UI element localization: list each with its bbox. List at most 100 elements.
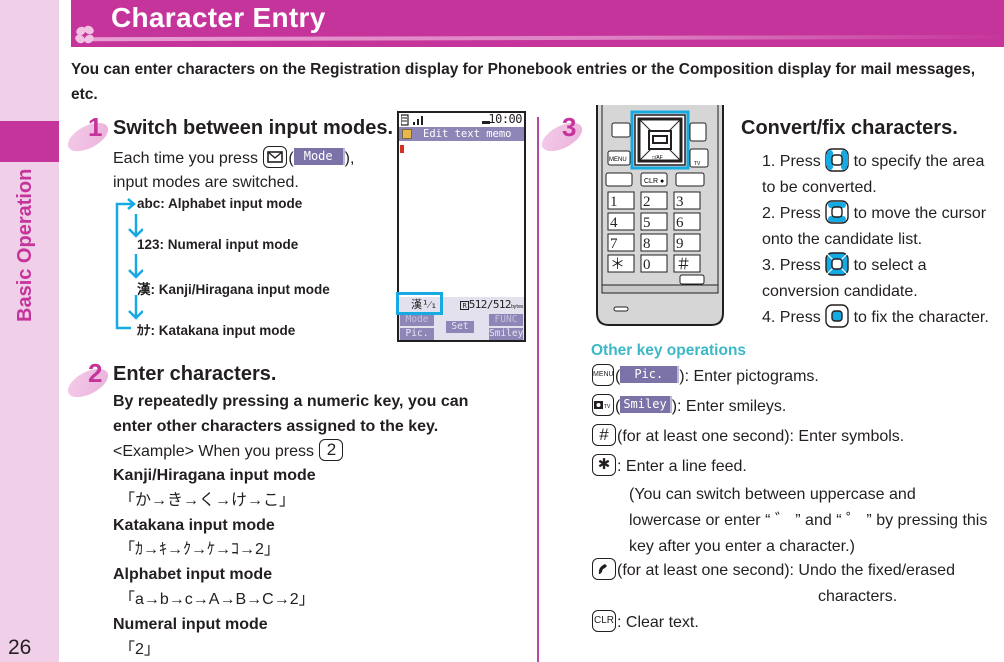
note-line: key after you enter a character.) — [629, 538, 855, 555]
dpad-up-down-icon — [825, 200, 849, 224]
softkey-mode[interactable]: Mode — [400, 314, 434, 326]
op-smileys: TV (Smiley): Enter smileys. — [591, 393, 787, 419]
side-band — [0, 0, 59, 662]
keypad-key-11: 0 — [643, 257, 651, 273]
key-2-icon: 2 — [319, 438, 344, 461]
title-bar: Character Entry — [71, 0, 1004, 47]
clock: 10:00 — [488, 112, 522, 126]
softkey-set[interactable]: Set — [446, 321, 474, 333]
example-mode: Alphabet input mode — [113, 566, 273, 584]
example-sequence: 「ｶ→ｷ→ｸ→ｹ→ｺ→2」 — [119, 541, 280, 559]
desc-line2: input modes are switched. — [113, 174, 299, 191]
mode-kanji: 漢: Kanji/Hiragana input mode — [137, 282, 330, 297]
step-3-item: 3. Press to select a — [762, 252, 1004, 279]
keypad-key-8: 8 — [643, 236, 651, 252]
op-text: : Enter a line feed. — [617, 458, 747, 475]
hash-key-icon: # — [592, 423, 616, 446]
clover-icon — [75, 25, 94, 44]
svg-text:TV: TV — [604, 404, 611, 410]
op-text: (for at least one second): Undo the fixe… — [617, 562, 955, 579]
pic-softkey-label: Pic. — [620, 366, 680, 384]
screen-title-text: Edit text memo — [423, 128, 512, 140]
mail-key-icon — [263, 145, 288, 168]
step-1-title: Switch between input modes. — [113, 117, 394, 139]
op-undo: (for at least one second): Undo the fixe… — [591, 557, 955, 583]
section-label: Basic Operation — [14, 168, 36, 322]
lead-line: By repeatedly pressing a numeric key, yo… — [113, 393, 469, 410]
mode-cycle-arrows — [115, 198, 143, 330]
keypad-key-5: 5 — [643, 215, 651, 231]
step-1-badge: 1 — [63, 112, 116, 158]
smiley-softkey-label: Smiley — [620, 396, 672, 414]
menu-key-label: MENU — [609, 157, 627, 163]
desc-suffix: ), — [344, 150, 355, 167]
r-box-icon: R — [459, 301, 469, 310]
side-band-accent — [0, 121, 59, 162]
mode-softkey-label: Mode — [293, 148, 345, 166]
mode-numeral: 123: Numeral input mode — [137, 237, 299, 252]
note-line: (You can switch between uppercase and — [629, 486, 916, 503]
title-swoosh — [90, 34, 1004, 42]
step-number: 2 — [88, 358, 103, 388]
column-divider — [537, 117, 539, 662]
example-prefix: <Example> When you press — [113, 443, 314, 460]
step-2-title: Enter characters. — [113, 363, 277, 385]
mode-indicator-highlight — [396, 292, 443, 315]
desc-prefix: Each time you press — [113, 150, 258, 167]
softkey-smiley[interactable]: Smiley — [489, 328, 523, 340]
op-text: ): Enter smileys. — [671, 398, 787, 415]
step-3-badge: 3 — [537, 112, 590, 158]
item-text-cont: onto the candidate list. — [762, 231, 923, 248]
keypad-key-3: 3 — [676, 194, 684, 210]
example-line: <Example> When you press 2 — [113, 438, 344, 464]
step-number: 3 — [562, 112, 577, 142]
item-prefix: 4. Press — [762, 309, 821, 326]
keypad-key-7: 7 — [610, 236, 618, 252]
note-line: lowercase or enter “ ゛ ” and “ ゜ ” by pr… — [629, 512, 988, 529]
keypad-key-9: 9 — [676, 236, 684, 252]
example-sequence: 「a→b→c→A→B→C→2」 — [119, 590, 315, 608]
svg-text:CLR ●: CLR ● — [644, 178, 664, 185]
svg-text:TV: TV — [694, 161, 701, 167]
text-cursor — [400, 145, 404, 153]
step-3-item: 1. Press to specify the area — [762, 148, 1004, 175]
menu-key-icon: MENU — [592, 363, 614, 386]
op-line-feed-note: (You can switch between uppercase and lo… — [629, 482, 987, 560]
step-3-item: 4. Press to fix the character. — [762, 304, 1004, 331]
dpad-all-directions-icon — [825, 252, 849, 276]
dpad-left-right-icon — [825, 148, 849, 172]
memo-icon — [402, 129, 412, 139]
item-text: to specify the area — [853, 153, 985, 170]
char-count-value: 512/512 — [468, 298, 512, 311]
step-3-title: Convert/fix characters. — [741, 117, 958, 139]
example-list: Kanji/Hiragana input mode 「か→き→く→け→こ」 Ka… — [113, 464, 316, 662]
softkey-bar: Mode Pic. Set FUNC Smiley — [399, 313, 524, 340]
example-mode: Katakana input mode — [113, 516, 275, 534]
example-sequence: 「2」 — [119, 640, 160, 658]
keypad-key-6: 6 — [676, 215, 684, 231]
op-pictograms: MENU(Pic.): Enter pictograms. — [591, 363, 819, 389]
keypad-key-10: ＊ — [610, 257, 625, 273]
example-mode: Numeral input mode — [113, 615, 268, 633]
softkey-pic[interactable]: Pic. — [400, 328, 434, 340]
keypad-key-1: 1 — [610, 194, 618, 210]
op-symbols: # (for at least one second): Enter symbol… — [591, 423, 904, 449]
item-text-cont: to be converted. — [762, 179, 877, 196]
softkey-func[interactable]: FUNC — [489, 314, 523, 326]
keypad-key-12: ＃ — [676, 257, 691, 273]
keypad-key-4: 4 — [610, 215, 618, 231]
item-prefix: 1. Press — [762, 153, 821, 170]
step-3-item: 2. Press to move the cursor — [762, 200, 1004, 227]
item-text-cont: conversion candidate. — [762, 283, 918, 300]
intro-text: You can enter characters on the Registra… — [71, 61, 976, 103]
char-count-unit: bytes — [510, 304, 524, 310]
example-mode: Kanji/Hiragana input mode — [113, 467, 316, 484]
example-sequence: 「か→き→く→け→こ」 — [119, 491, 296, 509]
op-text: : Clear text. — [617, 614, 699, 631]
op-clear: CLR: Clear text. — [591, 609, 699, 635]
op-line-feed: ✱: Enter a line feed. — [591, 453, 747, 479]
other-ops-heading: Other key operations — [591, 342, 747, 359]
signal-icon — [401, 114, 423, 126]
mode-katakana: ｶﾅ: Katakana input mode — [137, 323, 296, 338]
step-2-badge: 2 — [63, 358, 116, 404]
